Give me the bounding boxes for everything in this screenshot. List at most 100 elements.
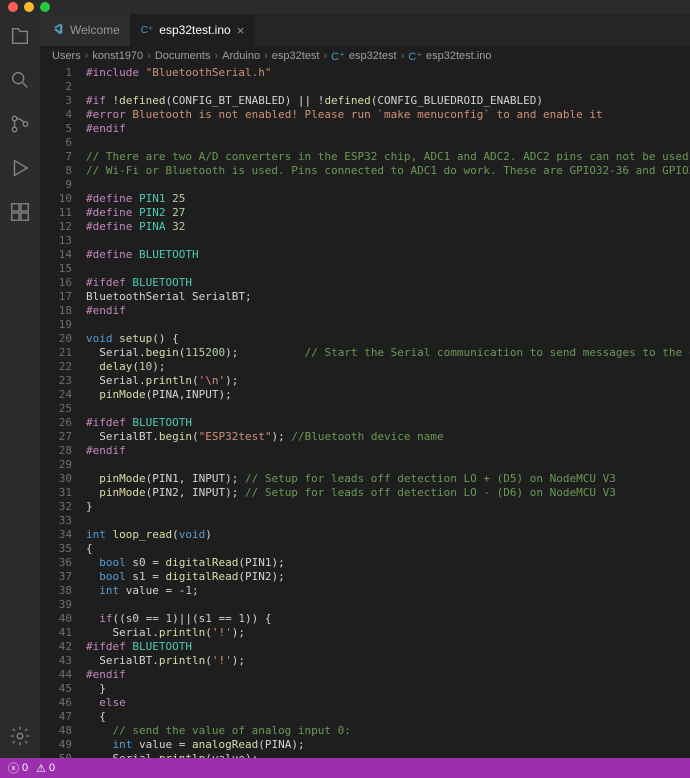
code-line[interactable] bbox=[86, 262, 690, 276]
code-line[interactable]: // send the value of analog input 0: bbox=[86, 724, 690, 738]
line-number: 45 bbox=[40, 682, 72, 696]
vscode-icon bbox=[50, 22, 64, 39]
breadcrumb-file[interactable]: esp32test bbox=[349, 50, 397, 62]
line-number: 21 bbox=[40, 346, 72, 360]
code-line[interactable]: Serial.println('\n'); bbox=[86, 374, 690, 388]
code-line[interactable] bbox=[86, 178, 690, 192]
code-line[interactable]: #endif bbox=[86, 444, 690, 458]
line-number: 33 bbox=[40, 514, 72, 528]
tab-label: esp32test.ino bbox=[159, 23, 230, 37]
line-number: 24 bbox=[40, 388, 72, 402]
line-number: 27 bbox=[40, 430, 72, 444]
maximize-window-button[interactable] bbox=[40, 2, 50, 12]
line-number: 47 bbox=[40, 710, 72, 724]
line-number: 37 bbox=[40, 570, 72, 584]
chevron-right-icon: › bbox=[323, 50, 327, 62]
line-number: 49 bbox=[40, 738, 72, 752]
code-line[interactable] bbox=[86, 598, 690, 612]
breadcrumb-segment[interactable]: Documents bbox=[155, 50, 211, 62]
code-line[interactable]: pinMode(PINA,INPUT); bbox=[86, 388, 690, 402]
code-line[interactable]: bool s1 = digitalRead(PIN2); bbox=[86, 570, 690, 584]
code-line[interactable]: // Wi-Fi or Bluetooth is used. Pins conn… bbox=[86, 164, 690, 178]
cpp-icon: C⁺ bbox=[331, 50, 345, 63]
code-line[interactable]: #ifdef BLUETOOTH bbox=[86, 416, 690, 430]
code-line[interactable] bbox=[86, 514, 690, 528]
code-line[interactable]: Serial.begin(115200); // Start the Seria… bbox=[86, 346, 690, 360]
line-number: 36 bbox=[40, 556, 72, 570]
code-line[interactable]: #define PIN1 25 bbox=[86, 192, 690, 206]
line-number: 25 bbox=[40, 402, 72, 416]
code-line[interactable]: #if !defined(CONFIG_BT_ENABLED) || !defi… bbox=[86, 94, 690, 108]
code-line[interactable]: #ifdef BLUETOOTH bbox=[86, 276, 690, 290]
line-number: 40 bbox=[40, 612, 72, 626]
settings-gear-icon[interactable] bbox=[8, 724, 32, 748]
code-line[interactable]: #include "BluetoothSerial.h" bbox=[86, 66, 690, 80]
line-number: 16 bbox=[40, 276, 72, 290]
code-line[interactable]: #endif bbox=[86, 668, 690, 682]
line-number: 2 bbox=[40, 80, 72, 94]
tab-welcome[interactable]: Welcome bbox=[40, 14, 131, 46]
code-line[interactable]: void setup() { bbox=[86, 332, 690, 346]
extensions-icon[interactable] bbox=[8, 200, 32, 224]
source-control-icon[interactable] bbox=[8, 112, 32, 136]
line-number: 31 bbox=[40, 486, 72, 500]
code-line[interactable]: bool s0 = digitalRead(PIN1); bbox=[86, 556, 690, 570]
code-line[interactable]: #endif bbox=[86, 304, 690, 318]
code-line[interactable]: #endif bbox=[86, 122, 690, 136]
line-number: 39 bbox=[40, 598, 72, 612]
code-line[interactable] bbox=[86, 402, 690, 416]
code-line[interactable]: if((s0 == 1)||(s1 == 1)) { bbox=[86, 612, 690, 626]
breadcrumb[interactable]: Users › konst1970 › Documents › Arduino … bbox=[40, 46, 690, 66]
code-line[interactable]: delay(10); bbox=[86, 360, 690, 374]
close-icon[interactable]: × bbox=[237, 23, 245, 38]
breadcrumb-segment[interactable]: konst1970 bbox=[92, 50, 143, 62]
code-line[interactable]: { bbox=[86, 710, 690, 724]
code-line[interactable]: } bbox=[86, 500, 690, 514]
explorer-icon[interactable] bbox=[8, 24, 32, 48]
code-line[interactable]: { bbox=[86, 542, 690, 556]
code-line[interactable]: else bbox=[86, 696, 690, 710]
code-line[interactable]: int value = analogRead(PINA); bbox=[86, 738, 690, 752]
line-number: 4 bbox=[40, 108, 72, 122]
code-line[interactable]: // There are two A/D converters in the E… bbox=[86, 150, 690, 164]
line-number: 23 bbox=[40, 374, 72, 388]
chevron-right-icon: › bbox=[214, 50, 218, 62]
code-line[interactable]: #error Bluetooth is not enabled! Please … bbox=[86, 108, 690, 122]
status-errors[interactable]: ⓧ 0 bbox=[8, 760, 28, 776]
code-line[interactable]: SerialBT.println('!'); bbox=[86, 654, 690, 668]
search-icon[interactable] bbox=[8, 68, 32, 92]
code-line[interactable]: pinMode(PIN2, INPUT); // Setup for leads… bbox=[86, 486, 690, 500]
line-number: 30 bbox=[40, 472, 72, 486]
code-line[interactable]: int loop_read(void) bbox=[86, 528, 690, 542]
code-line[interactable]: } bbox=[86, 682, 690, 696]
code-line[interactable]: Serial.println(value); bbox=[86, 752, 690, 758]
status-warnings[interactable]: ⚠ 0 bbox=[36, 762, 55, 775]
code-line[interactable] bbox=[86, 458, 690, 472]
breadcrumb-segment[interactable]: esp32test bbox=[272, 50, 320, 62]
code-editor[interactable]: 1234567891011121314151617181920212223242… bbox=[40, 66, 690, 758]
code-line[interactable]: Serial.println('!'); bbox=[86, 626, 690, 640]
close-window-button[interactable] bbox=[8, 2, 18, 12]
code-line[interactable]: BluetoothSerial SerialBT; bbox=[86, 290, 690, 304]
breadcrumb-segment[interactable]: Arduino bbox=[222, 50, 260, 62]
code-line[interactable]: pinMode(PIN1, INPUT); // Setup for leads… bbox=[86, 472, 690, 486]
line-number: 43 bbox=[40, 654, 72, 668]
tab-esp32test[interactable]: C⁺ esp32test.ino × bbox=[131, 14, 255, 46]
run-debug-icon[interactable] bbox=[8, 156, 32, 180]
code-line[interactable]: SerialBT.begin("ESP32test"); //Bluetooth… bbox=[86, 430, 690, 444]
code-line[interactable]: #define BLUETOOTH bbox=[86, 248, 690, 262]
line-number: 48 bbox=[40, 724, 72, 738]
code-line[interactable] bbox=[86, 80, 690, 94]
breadcrumb-segment[interactable]: Users bbox=[52, 50, 81, 62]
line-number: 20 bbox=[40, 332, 72, 346]
code-line[interactable]: #define PINA 32 bbox=[86, 220, 690, 234]
breadcrumb-symbol[interactable]: esp32test.ino bbox=[426, 50, 491, 62]
code-line[interactable]: #define PIN2 27 bbox=[86, 206, 690, 220]
code-line[interactable] bbox=[86, 318, 690, 332]
code-content[interactable]: #include "BluetoothSerial.h" #if !defined… bbox=[86, 66, 690, 758]
code-line[interactable] bbox=[86, 234, 690, 248]
minimize-window-button[interactable] bbox=[24, 2, 34, 12]
code-line[interactable]: int value = -1; bbox=[86, 584, 690, 598]
code-line[interactable]: #ifdef BLUETOOTH bbox=[86, 640, 690, 654]
code-line[interactable] bbox=[86, 136, 690, 150]
